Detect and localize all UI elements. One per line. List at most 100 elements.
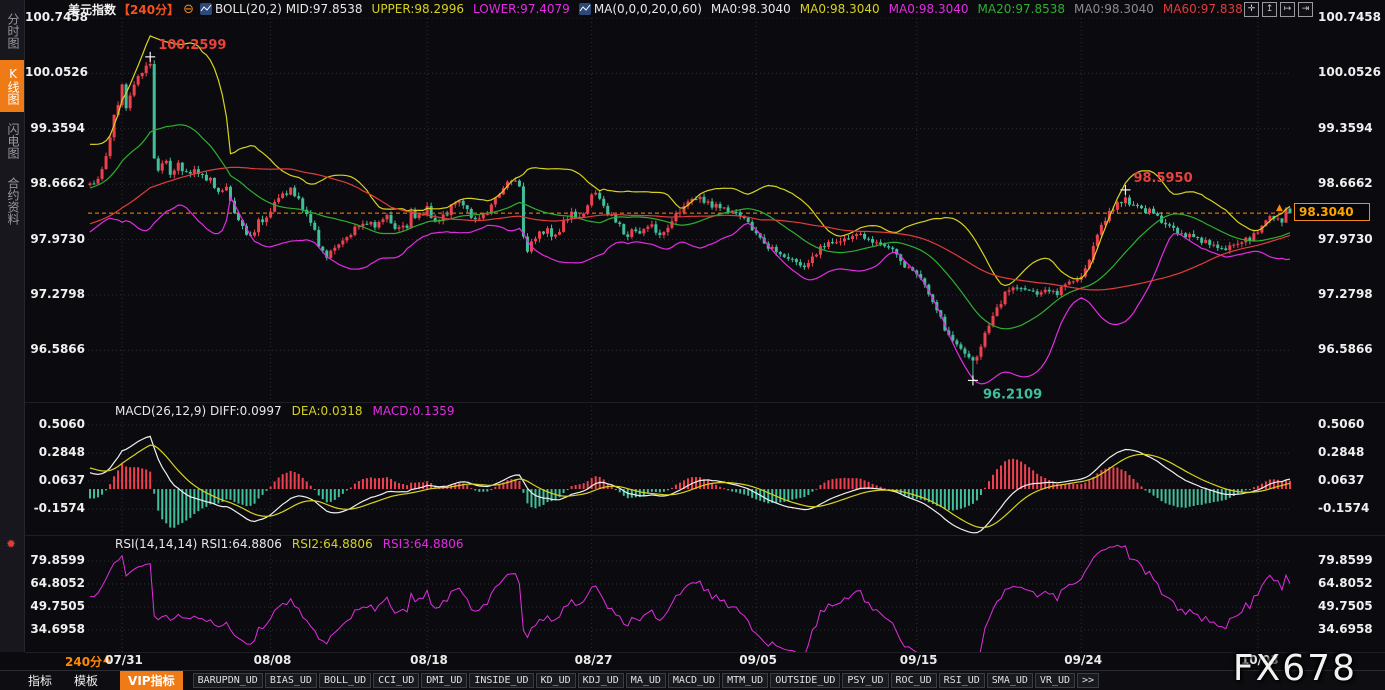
axis-label: 97.2798 [1295, 287, 1378, 301]
x-tick-08/08: 08/08 [254, 653, 292, 667]
legend-item: MACD:0.1359 [373, 404, 455, 418]
toolbar-tab-MA_UD[interactable]: MA_UD [626, 673, 666, 688]
legend-item: UPPER:98.2996 [372, 2, 464, 16]
toolbar-button-0[interactable]: 指标 [28, 672, 52, 689]
move-tool-icon[interactable]: ✛ [1244, 2, 1259, 17]
axis-label: 79.8599 [1295, 553, 1378, 567]
svg-text:98.5950: 98.5950 [1133, 171, 1192, 186]
toolbar-tab-DMI_UD[interactable]: DMI_UD [421, 673, 467, 688]
axis-label: 97.9730 [25, 232, 88, 246]
toolbar-button-1[interactable]: 模板 [74, 672, 98, 689]
panel-divider [25, 535, 1385, 536]
collapse-icon[interactable]: ⊖ [183, 2, 194, 17]
axis-label: 0.5060 [25, 417, 88, 431]
axis-label: 99.3594 [1295, 121, 1378, 135]
bottom-toolbar: 指标 模板 VIP指标 BARUPDN_UDBIAS_UDBOLL_UDCCI_UDD… [0, 670, 1385, 690]
axis-label: 79.8599 [25, 553, 88, 567]
axis-label: 99.3594 [25, 121, 88, 135]
toolbar-tab-INSIDE_UD[interactable]: INSIDE_UD [469, 673, 533, 688]
toolbar-tab-SMA_UD[interactable]: SMA_UD [987, 673, 1033, 688]
y-axis-left: 100.7458100.052699.359498.666297.973097.… [25, 0, 85, 652]
axis-label: 0.0637 [25, 473, 88, 487]
toolbar-tab-CCI_UD[interactable]: CCI_UD [373, 673, 419, 688]
legend-item: MA0:98.3040 [889, 2, 969, 16]
sidebar-item-0[interactable]: 分时图 [0, 6, 24, 56]
legend-item: MA0:98.3040 [711, 2, 791, 16]
toolbar-tab-BIAS_UD[interactable]: BIAS_UD [265, 673, 317, 688]
toolbar-vip-button[interactable]: VIP指标 [120, 671, 183, 690]
axis-label: 98.6662 [25, 176, 88, 190]
sidebar: 分时图 K线图闪电图合约资料 [0, 0, 25, 652]
legend-item: MA0:98.3040 [800, 2, 880, 16]
chart-header: 美元指数 【240分】 ⊖ BOLL(20,2) MID:97.8538UPPE… [25, 0, 1250, 18]
sidebar-item-2[interactable]: 闪电图 [0, 116, 24, 166]
axis-label: 96.5866 [25, 342, 88, 356]
axis-label: 0.0637 [1295, 473, 1378, 487]
x-axis: 240分 ▲ 07/3108/0808/1808/2709/0509/1509/… [25, 652, 1385, 670]
axis-label: 0.2848 [25, 445, 88, 459]
pane-dock-icon[interactable]: ↥ [1262, 2, 1277, 17]
legend-item: RSI(14,14,14) RSI1:64.8806 [115, 537, 282, 551]
toolbar-more-button[interactable]: >> [1077, 673, 1099, 688]
legend-item: MACD(26,12,9) DIFF:0.0997 [115, 404, 282, 418]
ma-indicator-icon [579, 3, 591, 15]
svg-text:100.2599: 100.2599 [158, 38, 226, 53]
axis-label: 64.8052 [1295, 576, 1378, 590]
x-tick-08/27: 08/27 [575, 653, 613, 667]
toolbar-tab-KDJ_UD[interactable]: KDJ_UD [578, 673, 624, 688]
panel-divider [25, 402, 1385, 403]
axis-label: 96.5866 [1295, 342, 1378, 356]
macd-panel[interactable] [88, 402, 1292, 535]
pane-next-icon[interactable]: ↦ [1280, 2, 1295, 17]
y-axis-right: 100.7458100.052699.359498.666297.973097.… [1295, 0, 1385, 652]
axis-label: -0.1574 [25, 501, 88, 515]
axis-label: 0.5060 [1295, 417, 1378, 431]
axis-label: 34.6958 [25, 622, 88, 636]
toolbar-tab-BOLL_UD[interactable]: BOLL_UD [319, 673, 371, 688]
sidebar-item-3[interactable]: 合约资料 [0, 170, 24, 232]
legend-item: MA60:97.838 [1163, 2, 1243, 16]
alert-icon[interactable]: ✹ [6, 537, 16, 551]
indicator-legend: BOLL(20,2) MID:97.8538UPPER:98.2996LOWER… [200, 2, 1250, 16]
rsi-panel[interactable] [88, 535, 1292, 652]
x-tick-10/03: 10/03 [1241, 653, 1279, 667]
app-window: 分时图 K线图闪电图合约资料 美元指数 【240分】 ⊖ BOLL(20,2) M… [0, 0, 1385, 690]
toolbar-tab-BARUPDN_UD[interactable]: BARUPDN_UD [193, 673, 263, 688]
legend-item: BOLL(20,2) MID:97.8538 [215, 2, 363, 16]
x-tick-09/15: 09/15 [900, 653, 938, 667]
x-tick-07/31: 07/31 [105, 653, 143, 667]
axis-label: 100.0526 [1295, 65, 1378, 79]
legend-item: RSI2:64.8806 [292, 537, 373, 551]
axis-label: 49.7505 [1295, 599, 1378, 613]
axis-label: 97.2798 [25, 287, 88, 301]
legend-item: DEA:0.0318 [292, 404, 363, 418]
macd-legend: MACD(26,12,9) DIFF:0.0997 DEA:0.0318 MACD:… [115, 404, 465, 418]
x-tick-09/24: 09/24 [1064, 653, 1102, 667]
svg-text:96.2109: 96.2109 [983, 387, 1042, 402]
boll-indicator-icon [200, 3, 212, 15]
toolbar-tab-RSI_UD[interactable]: RSI_UD [939, 673, 985, 688]
toolbar-tab-KD_UD[interactable]: KD_UD [536, 673, 576, 688]
x-tick-09/05: 09/05 [739, 653, 777, 667]
period-label: 【240分】 [118, 1, 179, 18]
axis-label: -0.1574 [1295, 501, 1378, 515]
toolbar-tab-VR_UD[interactable]: VR_UD [1035, 673, 1075, 688]
sidebar-item-1[interactable]: K线图 [0, 60, 24, 112]
axis-label: 64.8052 [25, 576, 88, 590]
x-tick-08/18: 08/18 [410, 653, 448, 667]
toolbar-tab-MTM_UD[interactable]: MTM_UD [722, 673, 768, 688]
axis-label: 100.0526 [25, 65, 88, 79]
toolbar-tab-MACD_UD[interactable]: MACD_UD [668, 673, 720, 688]
toolbar-tab-ROC_UD[interactable]: ROC_UD [891, 673, 937, 688]
timeframe-label[interactable]: 240分 [65, 653, 102, 670]
current-price-tag: 98.3040 [1294, 203, 1370, 221]
toolbar-tab-PSY_UD[interactable]: PSY_UD [842, 673, 888, 688]
legend-item: MA0:98.3040 [1074, 2, 1154, 16]
axis-label: 34.6958 [1295, 622, 1378, 636]
main-candlestick-chart[interactable]: ▲ 100.2599 98.5950 96.2109 [88, 18, 1292, 402]
toolbar-tab-OUTSIDE_UD[interactable]: OUTSIDE_UD [770, 673, 840, 688]
axis-label: 100.7458 [1295, 10, 1378, 24]
legend-item: MA(0,0,0,20,0,60) [594, 2, 702, 16]
svg-text:▲: ▲ [1276, 203, 1283, 213]
axis-label: 97.9730 [1295, 232, 1378, 246]
